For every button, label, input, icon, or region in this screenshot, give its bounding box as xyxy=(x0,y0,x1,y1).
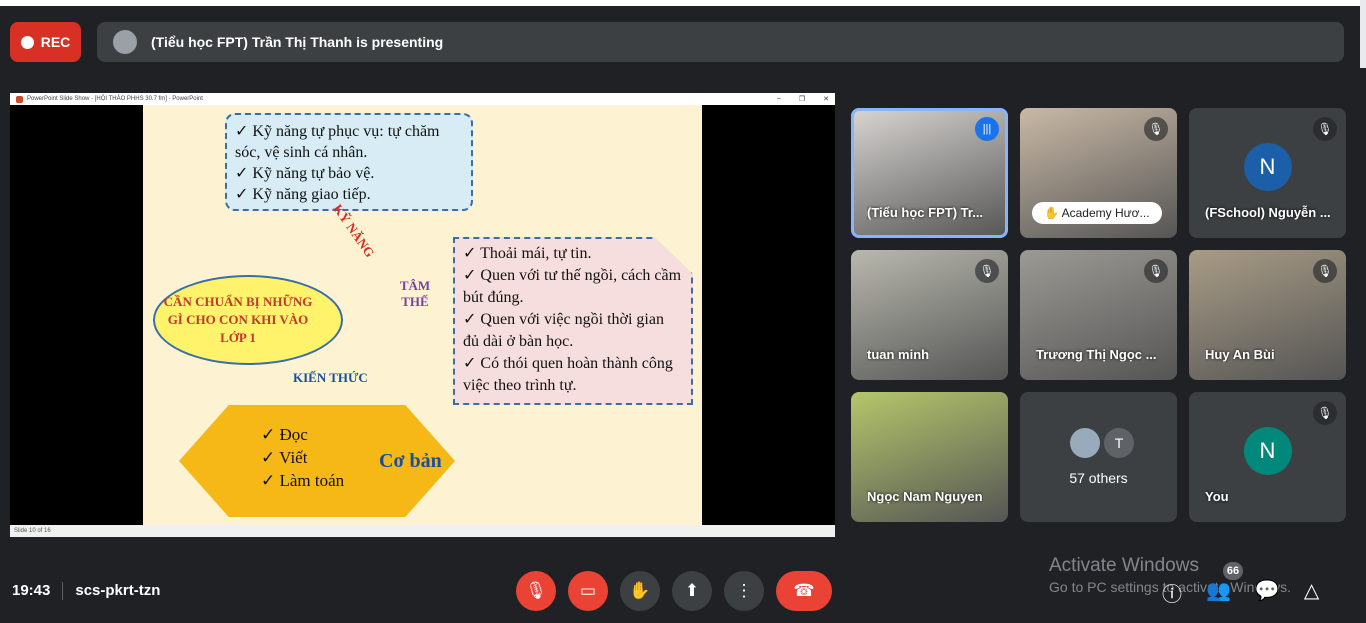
speaking-indicator-icon: ||| xyxy=(975,117,999,141)
meeting-code: scs-pkrt-tzn xyxy=(75,582,161,599)
mic-muted-icon: 🎙 xyxy=(1313,401,1337,425)
recording-indicator[interactable]: REC xyxy=(10,22,81,62)
avatar: T xyxy=(1104,428,1134,458)
present-button[interactable]: ⬆ xyxy=(672,571,712,611)
mic-off-icon: 🎙 xyxy=(525,581,547,600)
label-knowledge: KIẾN THỨC xyxy=(293,370,368,385)
watermark-title: Activate Windows xyxy=(1049,555,1199,576)
participant-name: Huy An Bùi xyxy=(1205,347,1275,362)
hang-up-icon: ☎ xyxy=(793,581,815,600)
knowledge-box: ✓ Đọc ✓ Viết ✓ Làm toán Cơ bản xyxy=(179,405,455,517)
avatar: N xyxy=(1243,426,1292,475)
side-controls: ⓘ 👥 💬 △ xyxy=(1162,578,1319,607)
raise-hand-button[interactable]: ✋ xyxy=(620,571,660,611)
others-avatars: T xyxy=(1070,428,1134,458)
mind-item: ✓ Quen với việc ngồi thời gian đủ dài ở … xyxy=(463,311,664,350)
presenting-text: (Tiểu học FPT) Trần Thị Thanh is present… xyxy=(151,34,444,50)
info-icon[interactable]: ⓘ xyxy=(1162,578,1182,607)
participant-tile[interactable]: Ngọc Nam Nguyen xyxy=(851,392,1008,522)
participant-tile[interactable]: 🎙 ✋ Academy Hươ... xyxy=(1020,108,1177,238)
avatar: N xyxy=(1243,142,1292,191)
participant-name: tuan minh xyxy=(867,347,930,362)
presentation-screen: PowerPoint Slide Show - [HỘI THẢO PHHS 3… xyxy=(10,93,835,537)
activities-icon[interactable]: △ xyxy=(1304,578,1319,607)
more-options-button[interactable]: ⋮ xyxy=(724,571,764,611)
participant-count-badge: 66 xyxy=(1223,562,1243,580)
knowledge-summary: Cơ bản xyxy=(379,450,442,472)
participant-name: (FSchool) Nguyễn ... xyxy=(1205,205,1331,220)
skills-item: ✓ Kỹ năng tự bảo vệ. xyxy=(235,165,375,182)
divider xyxy=(62,582,64,600)
scrollbar[interactable] xyxy=(1360,0,1366,68)
participant-tile[interactable]: 🎙 tuan minh xyxy=(851,250,1008,380)
chat-icon[interactable]: 💬 xyxy=(1255,578,1280,607)
restore-icon: ❐ xyxy=(798,96,806,103)
meeting-info: 19:43 scs-pkrt-tzn xyxy=(12,582,160,600)
participant-tile[interactable]: ||| (Tiểu học FPT) Tr... xyxy=(851,108,1008,238)
camera-toggle-button[interactable]: ▭ xyxy=(568,571,608,611)
camera-off-icon: ▭ xyxy=(579,581,597,600)
mic-toggle-button[interactable]: 🎙 xyxy=(516,571,556,611)
presenting-banner: (Tiểu học FPT) Trần Thị Thanh is present… xyxy=(97,22,1344,62)
participant-name: You xyxy=(1205,489,1229,504)
more-vert-icon: ⋮ xyxy=(735,581,753,600)
participant-tile[interactable]: 🎙 Huy An Bùi xyxy=(1189,250,1346,380)
presenter-avatar xyxy=(113,30,137,54)
mind-item: ✓ Quen với tư thế ngồi, cách cầm bút đún… xyxy=(463,267,682,306)
mic-muted-icon: 🎙 xyxy=(1313,117,1337,141)
avatar xyxy=(1070,428,1100,458)
top-edge xyxy=(0,0,1366,6)
participant-name: Trương Thị Ngọc ... xyxy=(1036,347,1157,362)
mic-muted-icon: 🎙 xyxy=(1144,117,1168,141)
leave-call-button[interactable]: ☎ xyxy=(776,571,832,611)
slide-counter: Slide 10 of 16 xyxy=(14,528,51,534)
participant-name: ✋ Academy Hươ... xyxy=(1032,202,1162,224)
participant-name: 57 others xyxy=(1069,470,1128,486)
skills-item: ✓ Kỹ năng tự phục vụ: tự chăm sóc, vệ si… xyxy=(235,123,440,161)
mic-muted-icon: 🎙 xyxy=(1313,259,1337,283)
slide: ✓ Kỹ năng tự phục vụ: tự chăm sóc, vệ si… xyxy=(143,105,702,525)
participant-tile[interactable]: 🎙 Trương Thị Ngọc ... xyxy=(1020,250,1177,380)
mic-muted-icon: 🎙 xyxy=(975,259,999,283)
name-text: Academy Hươ... xyxy=(1061,206,1150,220)
rec-label: REC xyxy=(40,34,71,50)
participant-tile[interactable]: T 57 others xyxy=(1020,392,1177,522)
people-icon[interactable]: 👥 xyxy=(1206,578,1231,607)
center-cloud: CẦN CHUẨN BỊ NHỮNG GÌ CHO CON KHI VÀO LỚ… xyxy=(153,275,343,365)
mind-item: ✓ Có thói quen hoàn thành công việc theo… xyxy=(463,355,673,394)
present-screen-icon: ⬆ xyxy=(684,581,700,600)
participant-name: (Tiểu học FPT) Tr... xyxy=(867,205,984,220)
skills-item: ✓ Kỹ năng giao tiếp. xyxy=(235,186,371,203)
label-mind: TÂM THẾ xyxy=(399,278,431,309)
ppt-titlebar: PowerPoint Slide Show - [HỘI THẢO PHHS 3… xyxy=(10,93,835,105)
call-controls: 🎙 ▭ ✋ ⬆ ⋮ ☎ xyxy=(516,571,832,611)
participant-tile[interactable]: N 🎙 You xyxy=(1189,392,1346,522)
participant-name: Ngọc Nam Nguyen xyxy=(867,489,983,504)
powerpoint-icon xyxy=(16,95,23,103)
clock: 19:43 xyxy=(12,582,51,599)
skills-box: ✓ Kỹ năng tự phục vụ: tự chăm sóc, vệ si… xyxy=(225,113,473,211)
knowledge-item: ✓ Đọc xyxy=(261,425,308,444)
minimize-icon: – xyxy=(776,95,781,102)
mic-muted-icon: 🎙 xyxy=(1144,259,1168,283)
hand-icon: ✋ xyxy=(629,581,651,600)
mind-box: ✓ Thoải mái, tự tin. ✓ Quen với tư thế n… xyxy=(453,237,693,405)
record-dot-icon xyxy=(20,35,34,49)
mind-item: ✓ Thoải mái, tự tin. xyxy=(463,245,592,262)
ppt-statusbar: Slide 10 of 16 xyxy=(10,525,835,537)
ppt-window-title: PowerPoint Slide Show - [HỘI THẢO PHHS 3… xyxy=(27,96,203,102)
participant-grid: ||| (Tiểu học FPT) Tr... 🎙 ✋ Academy Hươ...… xyxy=(851,108,1346,522)
close-icon: ✕ xyxy=(823,96,829,103)
participant-tile[interactable]: N 🎙 (FSchool) Nguyễn ... xyxy=(1189,108,1346,238)
